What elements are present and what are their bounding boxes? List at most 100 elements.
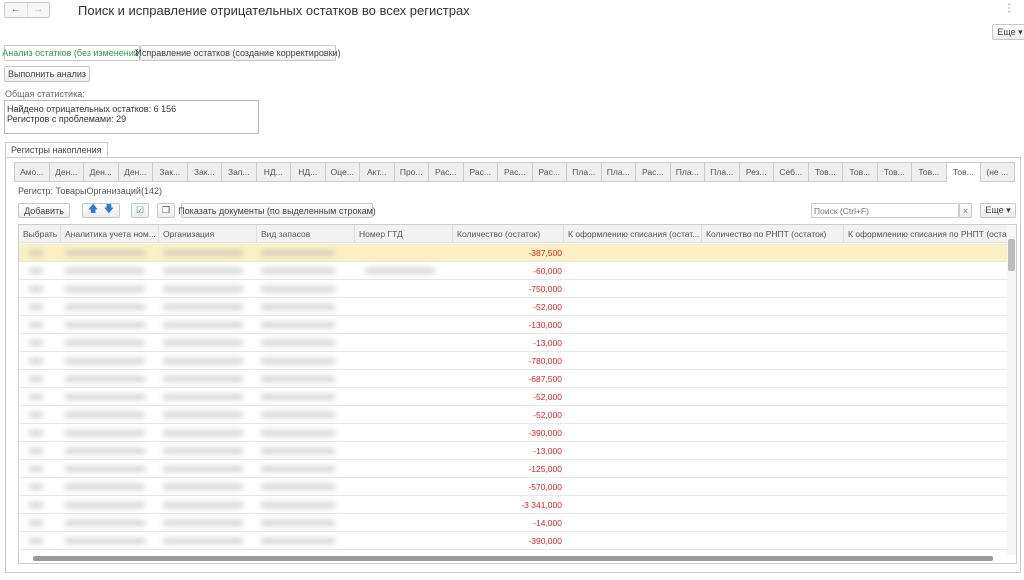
horizontal-scrollbar[interactable] (33, 556, 993, 561)
stats-box[interactable]: Найдено отрицательных остатков: 6 156 Ре… (4, 100, 259, 134)
register-tab[interactable]: Зак... (152, 162, 187, 182)
vertical-scrollbar[interactable] (1007, 225, 1016, 555)
table-row[interactable]: -750,000 (19, 280, 1009, 298)
blurred-cell (65, 394, 145, 400)
table-row[interactable]: -13,000 (19, 442, 1009, 460)
blurred-cell (261, 502, 335, 508)
quantity-cell: -60,000 (533, 266, 562, 276)
table-row[interactable]: -390,000 (19, 532, 1009, 550)
blurred-cell (163, 376, 243, 382)
show-documents-button[interactable]: Показать документы (по выделенным строка… (178, 203, 376, 218)
mode-tab-analysis[interactable]: Анализ остатков (без изменений) (2, 45, 142, 61)
search-input[interactable] (811, 203, 959, 218)
register-tab[interactable]: Себ... (773, 162, 808, 182)
quantity-cell: -687,500 (528, 374, 562, 384)
column-header[interactable]: Количество по РНПТ (остаток) (702, 225, 844, 243)
back-button[interactable]: ← (5, 3, 27, 17)
register-tab[interactable]: Тов... (876, 162, 911, 182)
register-tab[interactable]: Ден... (48, 162, 83, 182)
column-header[interactable]: Вид запасов (257, 225, 355, 243)
more-label: Еще (997, 27, 1016, 37)
register-tab[interactable]: Рас... (497, 162, 532, 182)
blurred-cell (29, 538, 43, 544)
table-row[interactable]: -13,000 (19, 334, 1009, 352)
quantity-cell: -52,000 (533, 410, 562, 420)
column-header[interactable]: Количество (остаток) (453, 225, 564, 243)
run-analysis-button[interactable]: Выполнить анализ (4, 66, 90, 82)
blurred-cell (29, 340, 43, 346)
blurred-cell (65, 286, 145, 292)
move-up-icon[interactable]: 🡅 (88, 202, 98, 219)
register-tab[interactable]: Ден... (83, 162, 118, 182)
more-button[interactable]: Еще ▾ (980, 203, 1016, 218)
register-tab[interactable]: Тов... (911, 162, 946, 182)
register-tab[interactable]: НД... (290, 162, 325, 182)
table-row[interactable]: -3 341,000 (19, 496, 1009, 514)
register-tab[interactable]: Зак... (186, 162, 221, 182)
blurred-cell (163, 448, 243, 454)
blurred-cell (29, 268, 43, 274)
table-row[interactable]: -687,500 (19, 370, 1009, 388)
register-tab[interactable]: Рас... (462, 162, 497, 182)
table-row[interactable]: -60,000 (19, 262, 1009, 280)
blurred-cell (163, 304, 243, 310)
register-tab[interactable]: Рас... (428, 162, 463, 182)
register-tab[interactable]: Пла... (704, 162, 739, 182)
vertical-scroll-thumb[interactable] (1008, 239, 1015, 271)
column-header[interactable]: Аналитика учета ном... (61, 225, 159, 243)
table-row[interactable]: -125,000 (19, 460, 1009, 478)
blurred-cell (29, 322, 43, 328)
check-all-icon[interactable]: ☑ (131, 203, 149, 218)
register-tab[interactable]: Акт... (359, 162, 394, 182)
register-tab[interactable]: Пла... (600, 162, 635, 182)
mode-tab-fix[interactable]: Исправление остатков (создание корректир… (135, 45, 341, 61)
clear-search-button[interactable]: × (959, 203, 972, 218)
register-tab[interactable]: Ден... (117, 162, 152, 182)
blurred-cell (29, 448, 43, 454)
register-tab[interactable]: Рас... (635, 162, 670, 182)
blurred-cell (65, 250, 145, 256)
table-row[interactable]: -390,000 (19, 424, 1009, 442)
table-row[interactable]: -130,000 (19, 316, 1009, 334)
blurred-cell (261, 448, 335, 454)
table-row[interactable]: -14,000 (19, 514, 1009, 532)
register-tab[interactable]: НД... (255, 162, 290, 182)
table-row[interactable]: -52,000 (19, 388, 1009, 406)
quantity-cell: -780,000 (528, 356, 562, 366)
register-tab[interactable]: Тов... (842, 162, 877, 182)
copy-icon[interactable]: ❐ (157, 203, 175, 218)
table-row[interactable]: -780,000 (19, 352, 1009, 370)
table-row[interactable]: -387,500 (19, 244, 1009, 262)
blurred-cell (261, 376, 335, 382)
forward-button[interactable]: → (26, 3, 50, 17)
more-button-top[interactable]: Еще ▾ (992, 24, 1024, 40)
register-tab[interactable]: Зап... (221, 162, 256, 182)
add-button[interactable]: Добавить (18, 203, 70, 218)
column-header[interactable]: Выбрать (19, 225, 61, 243)
register-tab[interactable]: Оце... (324, 162, 359, 182)
register-tab[interactable]: (не ... (980, 162, 1015, 182)
register-tab[interactable]: Тов... (945, 162, 980, 182)
register-tab[interactable]: Амо... (14, 162, 49, 182)
column-header[interactable]: К оформлению списания (остат... (564, 225, 702, 243)
tab-accumulation-registers[interactable]: Регистры накопления (5, 142, 108, 158)
register-tab[interactable]: Тов... (807, 162, 842, 182)
register-tab[interactable]: Пла... (669, 162, 704, 182)
register-tab[interactable]: Пла... (566, 162, 601, 182)
table-row[interactable]: -52,000 (19, 406, 1009, 424)
table-row[interactable]: -52,000 (19, 298, 1009, 316)
quantity-cell: -3 341,000 (521, 500, 562, 510)
register-tab[interactable]: Рез... (738, 162, 773, 182)
blurred-cell (261, 484, 335, 490)
blurred-cell (261, 412, 335, 418)
column-header[interactable]: К оформлению списания по РНПТ (остат... (844, 225, 1009, 243)
blurred-cell (65, 358, 145, 364)
kebab-menu-icon[interactable]: ⋮ (1004, 3, 1014, 14)
column-header[interactable]: Организация (159, 225, 257, 243)
register-tab[interactable]: Про... (393, 162, 428, 182)
column-header[interactable]: Номер ГТД (355, 225, 453, 243)
register-tab[interactable]: Рас... (531, 162, 566, 182)
move-down-icon[interactable]: 🡇 (104, 202, 114, 219)
table-row[interactable]: -570,000 (19, 478, 1009, 496)
blurred-cell (163, 322, 243, 328)
